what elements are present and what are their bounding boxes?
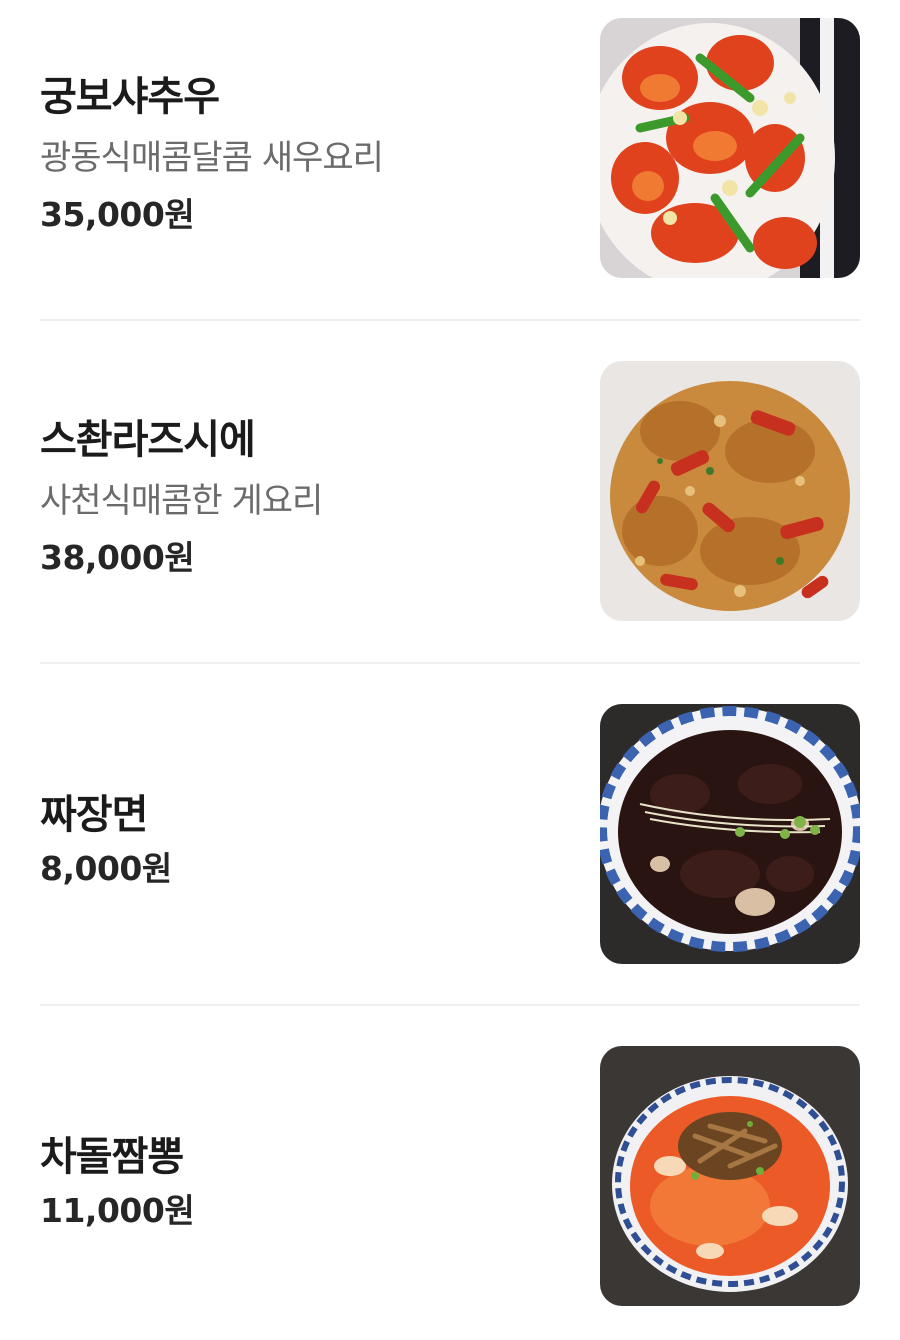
menu-item-price: 35,000원 (40, 195, 195, 234)
menu-item-description: 광동식매콤달콤 새우요리 (40, 138, 384, 178)
menu-item-photo[interactable] (600, 361, 860, 621)
menu-item-text: 짜장면 8,000원 (40, 704, 580, 964)
menu-item-photo[interactable] (600, 1046, 860, 1306)
menu-item-price: 38,000원 (40, 538, 195, 577)
menu-item-name: 궁보샤추우 (40, 74, 220, 120)
menu-item-kung-pao-shrimp[interactable]: 궁보샤추우 광동식매콤달콤 새우요리 35,000원 (40, 18, 860, 278)
menu-item-price: 8,000원 (40, 849, 172, 888)
menu-item-name: 스촨라즈시에 (40, 417, 256, 463)
menu-item-description: 사천식매콤한 게요리 (40, 481, 323, 521)
divider (40, 1004, 860, 1006)
menu-list: 궁보샤추우 광동식매콤달콤 새우요리 35,000원 스촨라즈시에 사천식매콤한… (0, 0, 900, 1340)
menu-item-brisket-jjamppong[interactable]: 차돌짬뽕 11,000원 (40, 1046, 860, 1306)
menu-item-price: 11,000원 (40, 1191, 195, 1230)
menu-item-name: 짜장면 (40, 792, 148, 838)
menu-item-text: 차돌짬뽕 11,000원 (40, 1046, 580, 1306)
menu-item-text: 궁보샤추우 광동식매콤달콤 새우요리 35,000원 (40, 18, 580, 278)
divider (40, 662, 860, 664)
menu-item-jajangmyeon[interactable]: 짜장면 8,000원 (40, 704, 860, 964)
menu-item-photo[interactable] (600, 18, 860, 278)
menu-item-photo[interactable] (600, 704, 860, 964)
menu-item-text: 스촨라즈시에 사천식매콤한 게요리 38,000원 (40, 361, 580, 621)
divider (40, 319, 860, 321)
menu-item-name: 차돌짬뽕 (40, 1134, 184, 1180)
menu-item-sichuan-crab[interactable]: 스촨라즈시에 사천식매콤한 게요리 38,000원 (40, 361, 860, 621)
